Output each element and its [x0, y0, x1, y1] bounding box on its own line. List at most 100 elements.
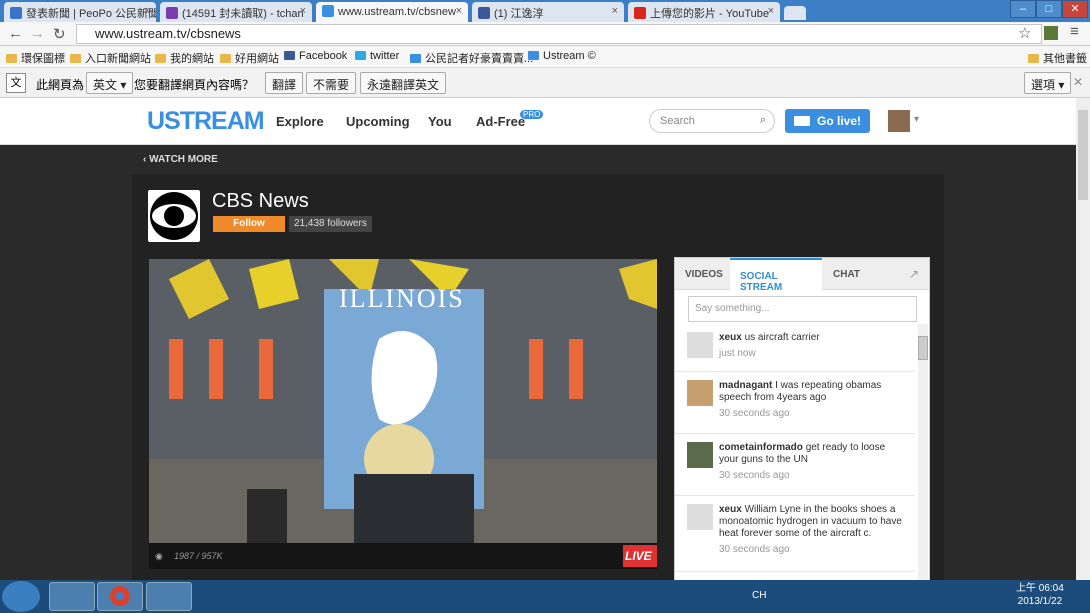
url-text: www.ustream.tv/cbsnews — [95, 26, 241, 41]
language-select[interactable]: 英文 ▾ — [86, 72, 134, 94]
panel-scrollbar[interactable] — [918, 324, 928, 580]
tab-videos[interactable]: VIDEOS — [675, 258, 733, 290]
eye-icon: ◉ — [155, 551, 163, 561]
chrome-icon[interactable] — [97, 582, 143, 611]
avatar[interactable] — [888, 110, 910, 132]
message-user[interactable]: xeux — [719, 332, 742, 343]
tab-youtube[interactable]: 上傳您的影片 - YouTube × — [628, 2, 780, 22]
clock[interactable]: 上午 06:04 2013/1/22 — [1016, 582, 1064, 608]
back-icon[interactable]: ← — [8, 25, 23, 42]
maximize-button[interactable]: □ — [1036, 0, 1062, 18]
bookmark-label: 公民記者好豪賣賣賣... — [425, 53, 534, 65]
page-scrollbar[interactable] — [1076, 98, 1090, 580]
reload-icon[interactable]: ↻ — [53, 25, 66, 43]
message-text: us aircraft carrier — [744, 332, 820, 343]
nav-explore[interactable]: Explore — [276, 114, 324, 129]
bookmark-ustream[interactable]: Ustream © — [528, 50, 596, 62]
minimize-button[interactable]: – — [1010, 0, 1036, 18]
message-user[interactable]: madnagant — [719, 380, 772, 391]
cbs-logo — [148, 190, 200, 242]
options-button[interactable]: 選項 ▾ — [1024, 72, 1072, 94]
nav-you[interactable]: You — [428, 114, 452, 129]
bookmark-folder[interactable]: 好用網站 — [220, 50, 279, 66]
popout-icon[interactable]: ↗ — [909, 267, 919, 281]
bookmark-label: Ustream © — [543, 50, 596, 62]
followers-count: 21,438 followers — [289, 216, 372, 232]
language-value: 英文 — [93, 78, 118, 92]
bookmark-folder[interactable]: 入口新聞網站 — [70, 50, 151, 66]
watch-more-label: WATCH MORE — [149, 154, 218, 165]
tab-facebook[interactable]: (1) 江逸淳 × — [472, 2, 624, 22]
message-user[interactable]: xeux — [719, 504, 742, 515]
clock-time: 上午 06:04 — [1016, 583, 1064, 594]
explorer-icon[interactable] — [49, 582, 95, 611]
tab-chat[interactable]: CHAT — [823, 258, 870, 290]
close-icon[interactable]: × — [768, 5, 774, 17]
bookmark-other[interactable]: 其他書籤 — [1028, 50, 1087, 66]
always-translate-button[interactable]: 永遠翻譯英文 — [360, 72, 447, 94]
bookmark-folder[interactable]: 我的網站 — [155, 50, 214, 66]
video-player[interactable]: ILLINOIS — [149, 259, 657, 544]
ustream-logo[interactable]: USTREAM — [147, 107, 265, 136]
twitter-icon — [355, 51, 366, 60]
tab-label: 發表新聞 | PeoPo 公民新聞 — [26, 8, 156, 20]
tab-social-stream[interactable]: SOCIAL STREAM — [730, 258, 822, 293]
start-button[interactable] — [2, 581, 40, 612]
message-user[interactable]: cometainformado — [719, 442, 803, 453]
ustream-icon — [528, 51, 539, 60]
watch-more-link[interactable]: ‹ WATCH MORE — [143, 154, 218, 165]
bookmark-twitter[interactable]: twitter — [355, 50, 399, 62]
say-placeholder: Say something... — [695, 303, 770, 314]
star-icon[interactable]: ☆ — [1018, 24, 1031, 42]
go-live-button[interactable]: Go live! — [785, 109, 870, 133]
close-icon[interactable]: × — [144, 5, 150, 17]
translate-bar: 文 此網頁為 英文 ▾ 您要翻譯網頁內容嗎？ 翻譯 不需要 永遠翻譯英文 選項 … — [0, 68, 1090, 98]
bookmark-label: 入口新聞網站 — [85, 53, 151, 65]
search-placeholder: Search — [660, 115, 695, 127]
search-icon[interactable]: ⌕ — [760, 114, 766, 127]
tab-yahoo[interactable]: (14591 封未讀取) - tchan × — [160, 2, 312, 22]
bookmark-citizen[interactable]: 公民記者好豪賣賣賣... — [410, 50, 533, 66]
nav-upcoming[interactable]: Upcoming — [346, 114, 410, 129]
scroll-thumb[interactable] — [918, 336, 928, 360]
bookmark-label: 其他書籤 — [1043, 53, 1087, 65]
close-icon[interactable]: ✕ — [1073, 75, 1083, 89]
folder-icon — [6, 54, 17, 63]
close-icon[interactable]: × — [300, 5, 306, 17]
live-badge: LIVE — [623, 545, 657, 567]
bookmark-folder[interactable]: 環保圖標 — [6, 50, 65, 66]
folder-icon — [220, 54, 231, 63]
facebook-icon — [478, 7, 490, 19]
tab-ustream[interactable]: www.ustream.tv/cbsnew × — [316, 2, 468, 22]
webpage: USTREAM Explore Upcoming You Ad-Free PRO… — [0, 98, 1076, 580]
tab-strip: 發表新聞 | PeoPo 公民新聞 × (14591 封未讀取) - tchan ×… — [0, 0, 1090, 22]
scroll-thumb[interactable] — [1078, 110, 1088, 200]
translate-button[interactable]: 翻譯 — [265, 72, 304, 94]
address-bar[interactable]: www.ustream.tv/cbsnews — [76, 24, 1042, 44]
list-item: madnagant I was repeating obamas speech … — [675, 372, 915, 434]
app-icon[interactable] — [146, 582, 192, 611]
close-icon[interactable]: × — [456, 5, 462, 17]
new-tab-button[interactable] — [784, 6, 806, 20]
no-button[interactable]: 不需要 — [306, 72, 357, 94]
toolbar: ← → ↻ www.ustream.tv/cbsnews ☆ ≡ — [0, 22, 1090, 46]
close-window-button[interactable]: ✕ — [1062, 0, 1088, 18]
tab-peopo[interactable]: 發表新聞 | PeoPo 公民新聞 × — [4, 2, 156, 22]
follow-button[interactable]: Follow — [213, 216, 285, 232]
menu-icon[interactable]: ≡ — [1070, 23, 1079, 40]
language-indicator[interactable]: CH — [752, 590, 766, 601]
folder-icon — [70, 54, 81, 63]
nav-ad-free[interactable]: Ad-Free — [476, 114, 525, 129]
extension-icon[interactable] — [1044, 26, 1058, 40]
say-something-input[interactable]: Say something... — [688, 296, 917, 322]
list-item: xeux us aircraft carrier just now — [675, 324, 915, 372]
bookmark-facebook[interactable]: Facebook — [284, 50, 347, 62]
banner-text: ILLINOIS — [339, 284, 465, 313]
bookmark-label: 我的網站 — [170, 53, 214, 65]
view-count: 1987 / 957K — [174, 551, 223, 561]
forward-icon[interactable]: → — [30, 25, 45, 42]
close-icon[interactable]: × — [612, 5, 618, 17]
video-controls: ◉ 1987 / 957K LIVE — [149, 543, 657, 569]
search-input[interactable]: Search ⌕ — [649, 109, 775, 133]
chevron-down-icon[interactable]: ▾ — [914, 114, 919, 125]
